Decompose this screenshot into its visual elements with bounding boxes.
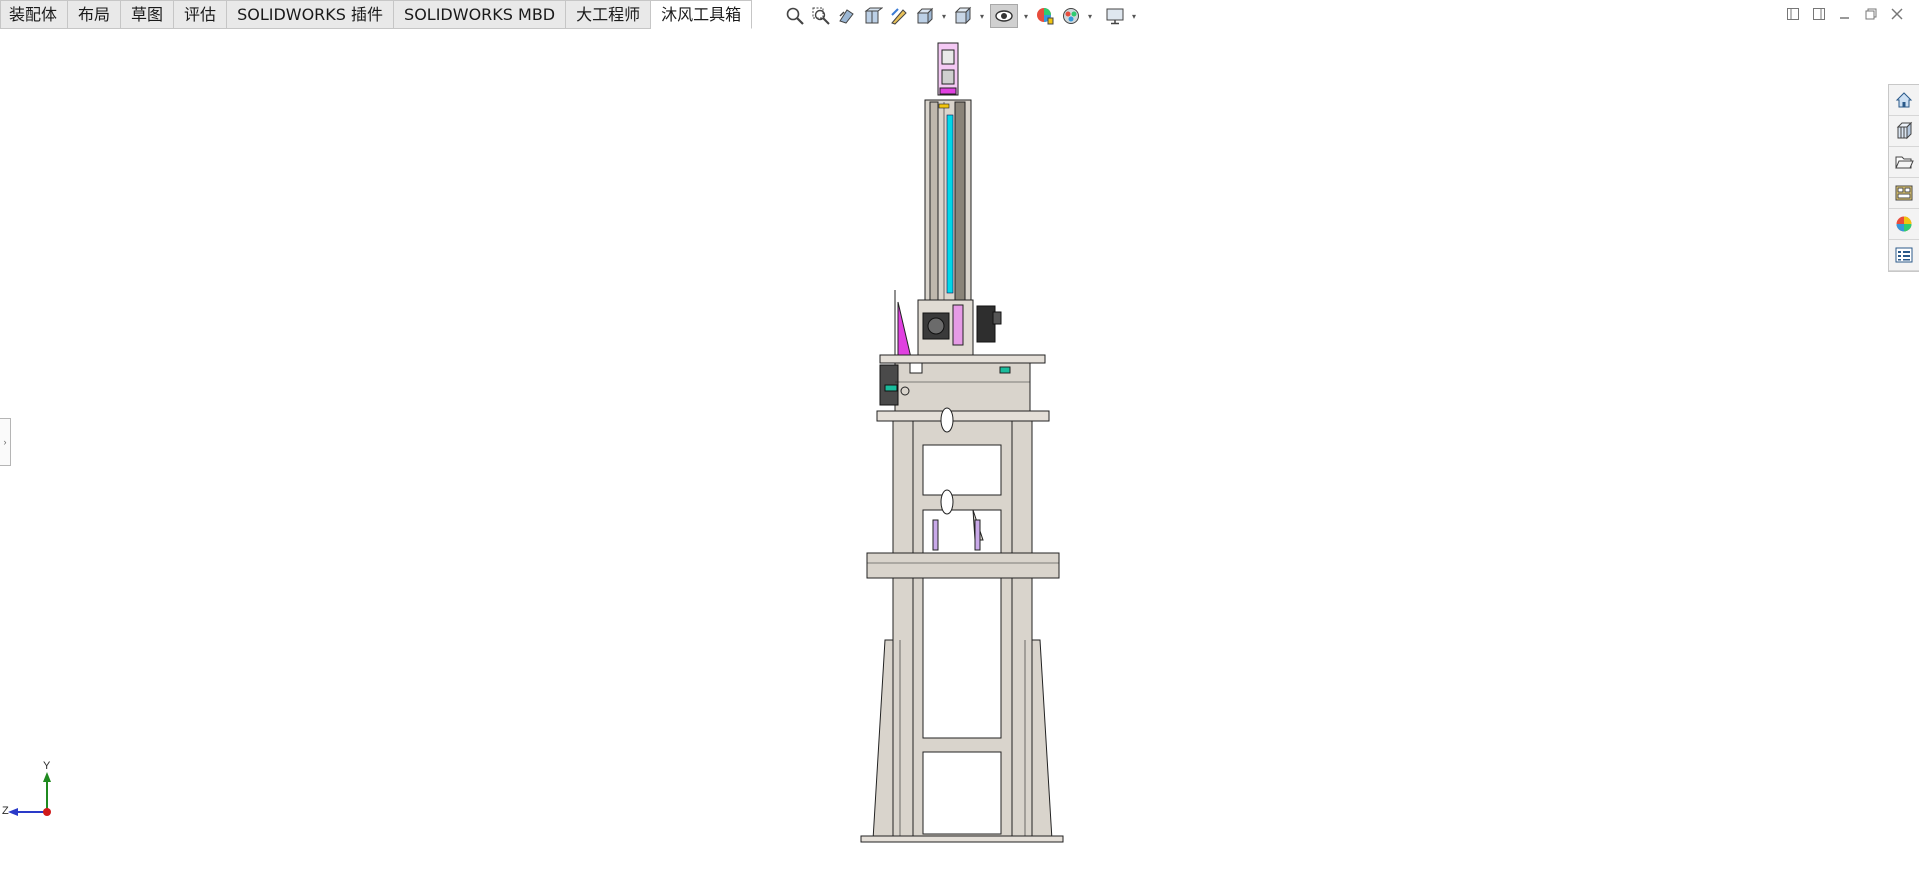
heads-up-view-toolbar: ▾ ▾ ▾ ▾ ▾: [784, 4, 1138, 28]
tab-evaluate[interactable]: 评估: [174, 0, 228, 29]
tab-solidworks-mbd[interactable]: SOLIDWORKS MBD: [394, 0, 567, 29]
view-orientation-dropdown-icon[interactable]: ▾: [940, 12, 948, 21]
zoom-to-area-icon[interactable]: [810, 5, 832, 27]
assembly-model-viewport[interactable]: [855, 40, 1070, 845]
file-explorer-icon[interactable]: [1889, 147, 1919, 178]
dynamic-annotation-icon[interactable]: [888, 5, 910, 27]
custom-properties-icon[interactable]: [1889, 240, 1919, 271]
feature-manager-expand-handle[interactable]: ›: [0, 418, 11, 466]
hide-show-dropdown-icon[interactable]: ▾: [1022, 12, 1030, 21]
hide-show-items-icon[interactable]: [990, 4, 1018, 28]
view-settings-dropdown-icon[interactable]: ▾: [1130, 12, 1138, 21]
previous-view-icon[interactable]: [836, 5, 858, 27]
triad-y-label: Y: [43, 760, 51, 772]
display-style-dropdown-icon[interactable]: ▾: [978, 12, 986, 21]
apply-scene-icon[interactable]: [1060, 5, 1082, 27]
command-manager-tabs: 装配体 布局 草图 评估 SOLIDWORKS 插件 SOLIDWORKS MB…: [0, 0, 753, 29]
view-palette-icon[interactable]: [1889, 178, 1919, 209]
design-library-icon[interactable]: [1889, 116, 1919, 147]
tab-assembly[interactable]: 装配体: [0, 0, 69, 29]
tab-engineer[interactable]: 大工程师: [566, 0, 652, 29]
apply-scene-dropdown-icon[interactable]: ▾: [1086, 12, 1094, 21]
tab-solidworks-addins[interactable]: SOLIDWORKS 插件: [227, 0, 395, 29]
task-pane-tabs: [1888, 84, 1919, 272]
tile-left-icon[interactable]: [1785, 6, 1801, 22]
appearances-scenes-icon[interactable]: [1889, 209, 1919, 240]
section-view-icon[interactable]: [862, 5, 884, 27]
chevron-right-icon: ›: [3, 437, 7, 447]
tab-mufeng-toolbox[interactable]: 沐风工具箱: [651, 0, 753, 29]
view-settings-icon[interactable]: [1104, 5, 1126, 27]
minimize-icon[interactable]: [1837, 6, 1853, 22]
display-style-icon[interactable]: [952, 5, 974, 27]
tab-layout[interactable]: 布局: [68, 0, 122, 29]
close-icon[interactable]: [1889, 6, 1905, 22]
edit-appearance-icon[interactable]: [1034, 5, 1056, 27]
triad-z-label: Z: [2, 805, 9, 817]
solidworks-resources-icon[interactable]: [1889, 85, 1919, 116]
zoom-to-fit-icon[interactable]: [784, 5, 806, 27]
restore-icon[interactable]: [1863, 6, 1879, 22]
tab-sketch[interactable]: 草图: [121, 0, 175, 29]
reference-triad[interactable]: [0, 760, 60, 820]
document-window-controls: [1785, 6, 1905, 22]
tile-right-icon[interactable]: [1811, 6, 1827, 22]
view-orientation-icon[interactable]: [914, 5, 936, 27]
